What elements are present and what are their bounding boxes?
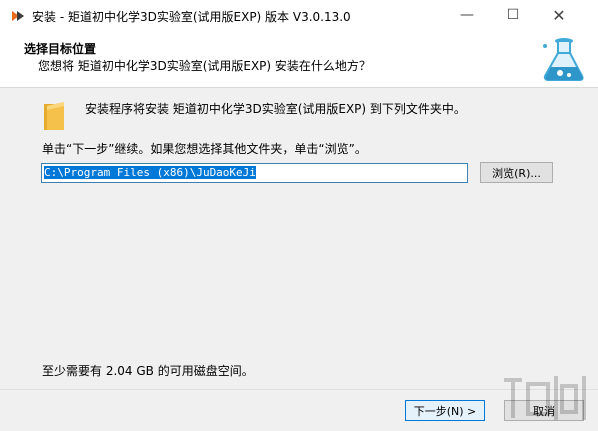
page-subtitle: 您想将 矩道初中化学3D实验室(试用版EXP) 安装在什么地方？ <box>38 59 371 73</box>
minimize-button[interactable]: — <box>444 0 490 30</box>
wizard-header: 选择目标位置 您想将 矩道初中化学3D实验室(试用版EXP) 安装在什么地方？ <box>0 30 598 88</box>
install-info-text: 安装程序将安装 矩道初中化学3D实验室(试用版EXP) 到下列文件夹中。 <box>85 102 466 116</box>
flask-icon <box>543 38 584 81</box>
folder-icon <box>44 102 64 130</box>
window-title: 安装 - 矩道初中化学3D实验室(试用版EXP) 版本 V3.0.13.0 <box>32 10 351 24</box>
disk-space-text: 至少需要有 2.04 GB 的可用磁盘空间。 <box>42 364 254 378</box>
install-path-value[interactable]: C:\Program Files (x86)\JuDaoKeJi <box>44 166 256 179</box>
instruction-text: 单击“下一步”继续。如果您想选择其他文件夹，单击“浏览”。 <box>42 142 367 156</box>
install-path-input[interactable]: C:\Program Files (x86)\JuDaoKeJi <box>41 163 468 183</box>
close-button[interactable]: ✕ <box>536 0 582 30</box>
browse-button[interactable]: 浏览(R)... <box>480 162 553 183</box>
wizard-body: 安装程序将安装 矩道初中化学3D实验室(试用版EXP) 到下列文件夹中。 单击“… <box>0 88 598 389</box>
page-title: 选择目标位置 <box>24 42 97 56</box>
watermark-logo <box>504 376 586 420</box>
next-button[interactable]: 下一步(N) > <box>405 400 485 421</box>
title-bar: 安装 - 矩道初中化学3D实验室(试用版EXP) 版本 V3.0.13.0 — … <box>0 0 598 30</box>
installer-app-icon <box>12 11 24 21</box>
maximize-button[interactable]: ☐ <box>490 0 536 30</box>
